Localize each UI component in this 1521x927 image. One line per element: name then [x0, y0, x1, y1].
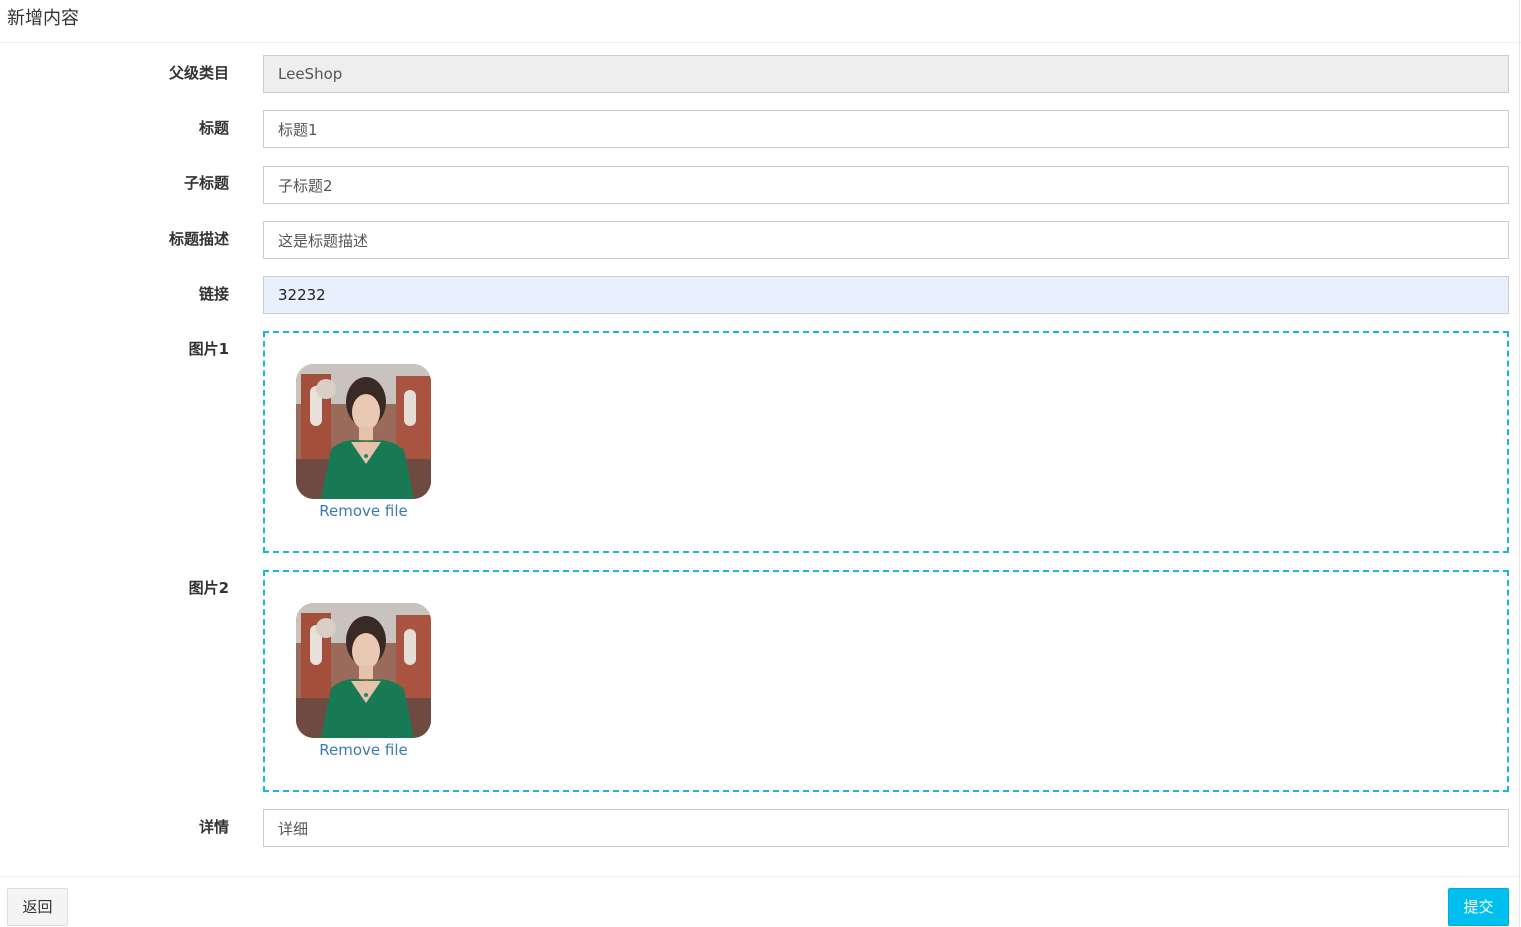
page-title: 新增内容 — [7, 8, 79, 29]
panel-header: 新增内容 — [0, 0, 1521, 43]
link-input[interactable] — [263, 276, 1509, 314]
detail-input[interactable] — [263, 809, 1509, 847]
title-label: 标题 — [198, 119, 229, 137]
image2-thumbnail — [296, 603, 431, 738]
right-border — [1519, 0, 1520, 927]
image2-remove-file-link[interactable]: Remove file — [296, 740, 431, 760]
subtitle-label: 子标题 — [183, 174, 229, 192]
parent-category-label: 父级类目 — [168, 64, 229, 82]
image1-dropzone[interactable]: Remove file — [263, 331, 1509, 553]
title-desc-label: 标题描述 — [168, 230, 229, 248]
woman-photo-icon — [296, 603, 431, 738]
image1-remove-file-link[interactable]: Remove file — [296, 501, 431, 521]
detail-label: 详情 — [198, 818, 229, 836]
woman-photo-icon — [296, 364, 431, 499]
parent-category-input[interactable] — [263, 55, 1509, 93]
title-desc-input[interactable] — [263, 221, 1509, 259]
image1-thumbnail — [296, 364, 431, 499]
footer-divider — [0, 876, 1519, 877]
submit-button[interactable]: 提交 — [1448, 888, 1509, 926]
subtitle-input[interactable] — [263, 166, 1509, 204]
link-label: 链接 — [198, 285, 229, 303]
back-button[interactable]: 返回 — [7, 888, 68, 926]
image1-label: 图片1 — [188, 340, 229, 358]
title-input[interactable] — [263, 110, 1509, 148]
image2-dropzone[interactable]: Remove file — [263, 570, 1509, 792]
image2-label: 图片2 — [188, 579, 229, 597]
